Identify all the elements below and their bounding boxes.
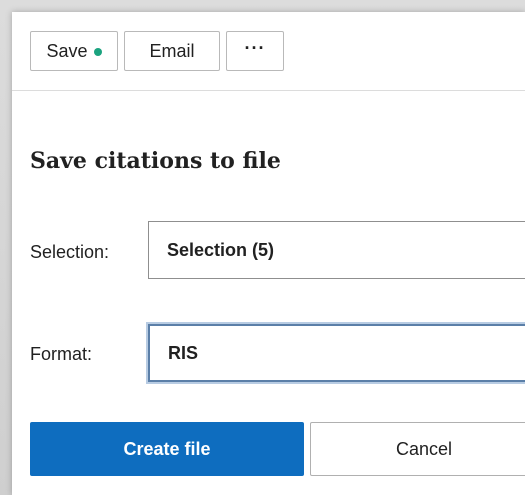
email-button[interactable]: Email	[124, 31, 220, 71]
save-button-label: Save	[46, 40, 88, 61]
format-dropdown[interactable]: RIS	[148, 324, 525, 382]
action-toolbar: Save Email ···	[12, 12, 525, 91]
selection-dropdown[interactable]: Selection (5)	[148, 221, 525, 279]
cancel-button[interactable]: Cancel	[310, 422, 525, 476]
selection-dropdown-value: Selection (5)	[167, 239, 275, 260]
dialog-title: Save citations to file	[30, 148, 281, 174]
status-dot-icon	[93, 47, 102, 56]
create-file-button-label: Create file	[123, 438, 211, 459]
format-label: Format:	[30, 344, 93, 364]
selection-label: Selection:	[30, 242, 110, 262]
more-options-button[interactable]: ···	[226, 31, 284, 71]
format-dropdown-value: RIS	[168, 342, 199, 363]
save-button[interactable]: Save	[30, 31, 118, 71]
save-citations-panel: Save Email ··· Save citations to file Se…	[12, 12, 525, 495]
email-button-label: Email	[149, 40, 195, 61]
create-file-button[interactable]: Create file	[30, 422, 304, 476]
cancel-button-label: Cancel	[395, 438, 453, 459]
more-options-icon: ···	[244, 38, 266, 58]
